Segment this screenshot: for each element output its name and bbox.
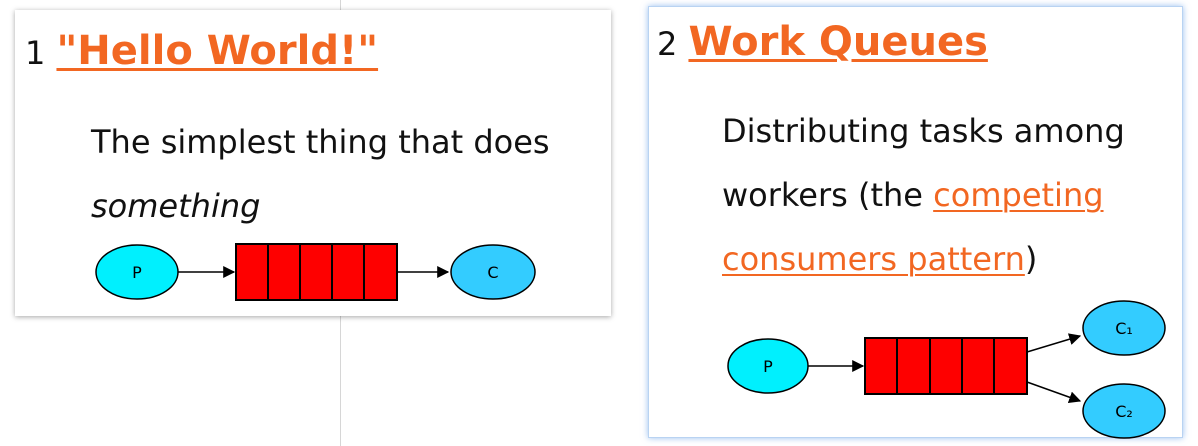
description-emphasis: something	[91, 187, 261, 225]
consumer-node: C	[450, 244, 536, 300]
tutorial-card-hello-world: 1 "Hello World!" The simplest thing that…	[15, 10, 611, 316]
tutorial-title-link[interactable]: "Hello World!"	[56, 28, 378, 74]
producer-label: P	[763, 357, 773, 376]
tutorial-card-work-queues: 2 Work Queues Distributing tasks among w…	[648, 6, 1183, 439]
queue	[235, 243, 398, 301]
producer-label: P	[132, 263, 142, 282]
arrow-queue-to-consumer-1	[1026, 333, 1082, 353]
queue	[864, 337, 1028, 395]
consumer-node-2: C₂	[1082, 383, 1166, 439]
tutorial-description: Distributing tasks among workers (the co…	[722, 99, 1172, 291]
tutorial-number: 2	[657, 25, 678, 63]
tutorial-title-link[interactable]: Work Queues	[688, 19, 987, 65]
consumer-2-label: C₂	[1115, 402, 1133, 421]
work-queues-diagram: P C₁ C₂	[727, 300, 1166, 439]
tutorial-description: The simplest thing that does something	[91, 110, 601, 238]
consumer-label: C	[487, 263, 498, 282]
tutorial-heading: 1 "Hello World!"	[25, 28, 378, 74]
producer-node: P	[95, 244, 179, 300]
producer-node: P	[727, 338, 809, 394]
hello-world-diagram: P C	[95, 243, 536, 301]
description-text: The simplest thing that does	[91, 123, 550, 161]
description-text-end: )	[1024, 240, 1038, 278]
arrow-queue-to-consumer-2	[1026, 381, 1082, 404]
consumer-1-label: C₁	[1115, 319, 1133, 338]
consumer-node-1: C₁	[1082, 300, 1166, 356]
tutorial-number: 1	[25, 34, 46, 72]
tutorial-heading: 2 Work Queues	[657, 19, 988, 65]
